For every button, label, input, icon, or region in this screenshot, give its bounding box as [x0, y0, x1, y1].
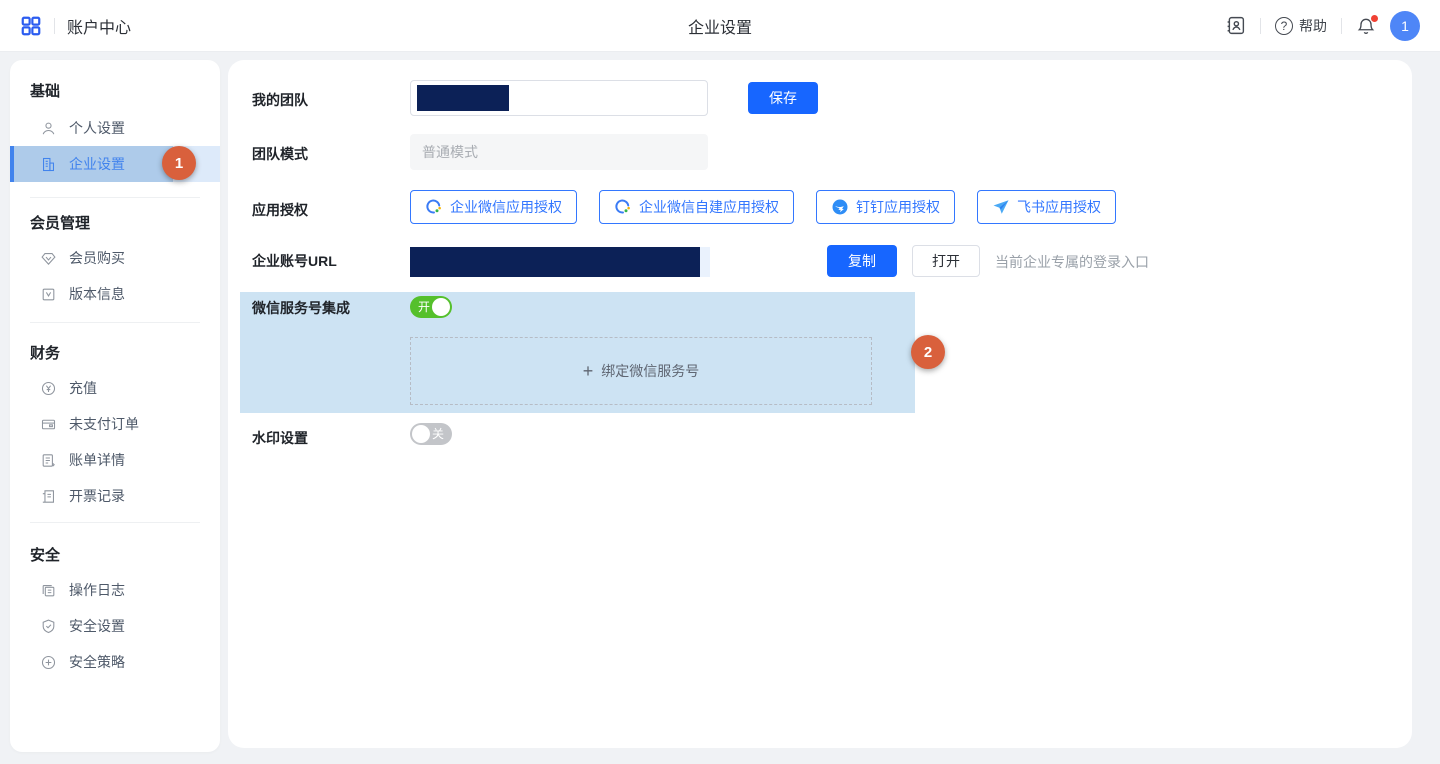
version-icon: [40, 286, 57, 303]
wechat-integration-label: 微信服务号集成: [252, 298, 350, 318]
header-divider: [1260, 18, 1261, 34]
annotation-highlight-1: [10, 146, 173, 182]
header-divider: [54, 18, 55, 34]
watermark-toggle[interactable]: 关: [410, 423, 452, 445]
sidebar-divider: [30, 322, 200, 323]
toggle-off-label: 关: [432, 423, 444, 445]
sidebar-item-label: 版本信息: [69, 284, 125, 304]
sidebar-item-recharge[interactable]: 充值: [10, 370, 220, 406]
sidebar-item-label: 未支付订单: [69, 414, 139, 434]
copy-button[interactable]: 复制: [827, 245, 897, 277]
sidebar-item-invoice-records[interactable]: 开票记录: [10, 478, 220, 514]
wechat-integration-toggle[interactable]: 开: [410, 296, 452, 318]
app-grid-icon[interactable]: [20, 15, 42, 37]
sidebar-item-label: 会员购买: [69, 248, 125, 268]
sidebar-item-label: 安全策略: [69, 652, 125, 672]
help-label: 帮助: [1299, 16, 1327, 36]
bind-wechat-service-button[interactable]: 绑定微信服务号: [410, 337, 872, 405]
dingtalk-icon: [831, 198, 849, 216]
top-header: 账户中心 企业设置 帮助 1: [0, 0, 1440, 52]
sidebar-item-label: 充值: [69, 378, 97, 398]
toggle-knob: [412, 425, 430, 443]
account-url-hint: 当前企业专属的登录入口: [995, 252, 1149, 272]
app-auth-buttons: 企业微信应用授权 企业微信自建应用授权 钉钉应用授权 飞书应用授权: [410, 190, 1116, 224]
annotation-badge-1: 1: [162, 146, 196, 180]
contact-book-icon[interactable]: [1225, 15, 1246, 36]
toggle-on-label: 开: [418, 296, 430, 318]
wechat-work-icon: [614, 198, 632, 216]
shield-check-icon: [40, 618, 57, 635]
plus-icon: [583, 361, 594, 382]
diamond-icon: [40, 250, 57, 267]
auth-button-label: 企业微信自建应用授权: [639, 197, 779, 217]
redacted-account-url: [410, 247, 700, 277]
feishu-auth-button[interactable]: 飞书应用授权: [977, 190, 1116, 224]
sidebar-section-finance: 财务: [30, 342, 60, 363]
sidebar-item-label: 开票记录: [69, 486, 125, 506]
page-title: 企业设置: [0, 14, 1440, 38]
sidebar-item-version-info[interactable]: 版本信息: [10, 276, 220, 312]
auth-button-label: 企业微信应用授权: [450, 197, 562, 217]
operation-log-icon: [40, 582, 57, 599]
wechat-work-icon: [425, 198, 443, 216]
sidebar-item-unpaid-orders[interactable]: 未支付订单: [10, 406, 220, 442]
open-button[interactable]: 打开: [912, 245, 980, 277]
wecom-auth-button[interactable]: 企业微信应用授权: [410, 190, 577, 224]
app-auth-label: 应用授权: [252, 200, 308, 220]
sidebar-item-label: 安全设置: [69, 616, 125, 636]
team-name-input[interactable]: [410, 80, 708, 116]
sidebar-divider: [30, 522, 200, 523]
sidebar-item-label: 操作日志: [69, 580, 125, 600]
annotation-badge-2: 2: [911, 335, 945, 369]
auth-button-label: 钉钉应用授权: [856, 197, 940, 217]
sidebar: 基础 个人设置 企业设置 1 会员管理 会员购买 版本信息 财务 充值: [10, 60, 220, 752]
notification-bell-icon[interactable]: [1356, 16, 1376, 36]
watermark-label: 水印设置: [252, 428, 308, 448]
team-mode-label: 团队模式: [252, 144, 308, 164]
sidebar-item-label: 个人设置: [69, 118, 125, 138]
account-url-label: 企业账号URL: [252, 251, 337, 271]
sidebar-section-security: 安全: [30, 544, 60, 565]
sidebar-item-security-settings[interactable]: 安全设置: [10, 608, 220, 644]
user-icon: [40, 120, 57, 137]
sidebar-item-personal-settings[interactable]: 个人设置: [10, 110, 220, 146]
sidebar-divider: [30, 197, 200, 198]
sidebar-item-label: 账单详情: [69, 450, 125, 470]
policy-plus-icon: [40, 654, 57, 671]
team-name-label: 我的团队: [252, 90, 308, 110]
recharge-icon: [40, 380, 57, 397]
sidebar-item-security-policy[interactable]: 安全策略: [10, 644, 220, 680]
notification-dot: [1371, 15, 1378, 22]
unpaid-order-icon: [40, 416, 57, 433]
sidebar-section-membership: 会员管理: [30, 212, 90, 233]
invoice-icon: [40, 488, 57, 505]
auth-button-label: 飞书应用授权: [1017, 197, 1101, 217]
sidebar-section-basic: 基础: [30, 80, 60, 101]
save-button[interactable]: 保存: [748, 82, 818, 114]
dingtalk-auth-button[interactable]: 钉钉应用授权: [816, 190, 955, 224]
sidebar-item-bill-details[interactable]: 账单详情: [10, 442, 220, 478]
header-divider: [1341, 18, 1342, 34]
bind-wechat-service-label: 绑定微信服务号: [601, 361, 699, 381]
user-avatar[interactable]: 1: [1390, 11, 1420, 41]
app-title: 账户中心: [67, 14, 131, 38]
feishu-paper-plane-icon: [992, 198, 1010, 216]
help-icon: [1275, 17, 1293, 35]
enterprise-settings-panel: 我的团队 保存 团队模式 普通模式 应用授权 企业微信应用授权 企业微信自建应用…: [228, 60, 1412, 748]
toggle-knob: [432, 298, 450, 316]
redacted-team-name: [417, 85, 509, 111]
sidebar-item-operation-log[interactable]: 操作日志: [10, 572, 220, 608]
team-mode-field: 普通模式: [410, 134, 708, 170]
sidebar-item-member-purchase[interactable]: 会员购买: [10, 240, 220, 276]
account-url-field: [410, 247, 710, 277]
help-button[interactable]: 帮助: [1275, 16, 1327, 36]
bill-icon: [40, 452, 57, 469]
wecom-selfbuilt-auth-button[interactable]: 企业微信自建应用授权: [599, 190, 794, 224]
